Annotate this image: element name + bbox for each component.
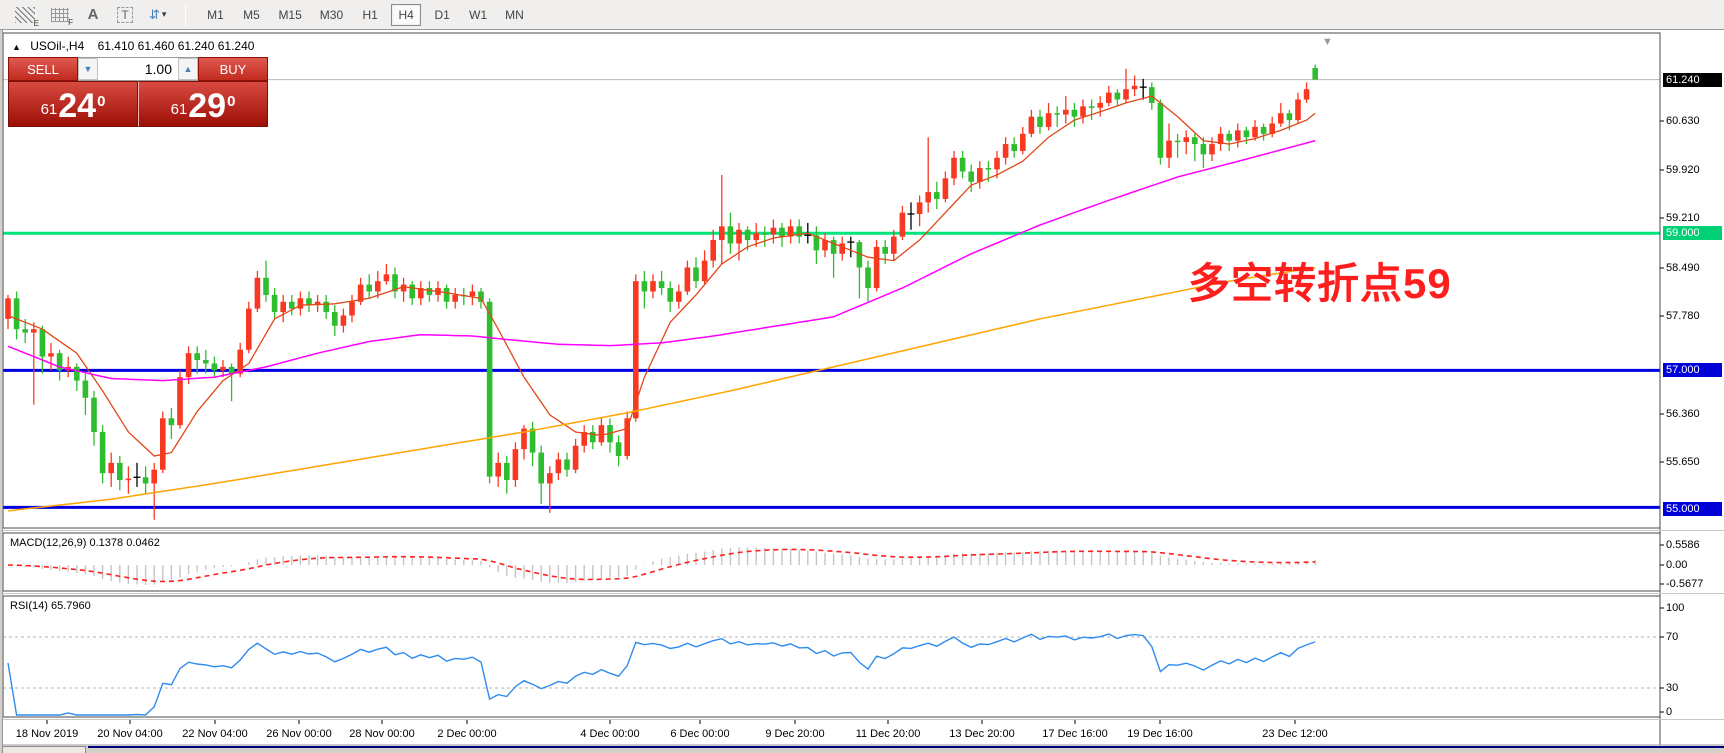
price-tick-label: 57.780 bbox=[1666, 310, 1722, 323]
bottom-panel-edge bbox=[88, 746, 1724, 748]
drawing-tools-group: E F A T ⇵ ▾ bbox=[0, 0, 181, 29]
macd-value-main: 0.1378 bbox=[89, 537, 123, 549]
timeframe-button-h1[interactable]: H1 bbox=[355, 4, 385, 26]
text-label-button[interactable]: A bbox=[80, 4, 106, 26]
timeframe-button-w1[interactable]: W1 bbox=[463, 4, 493, 26]
window-left-border bbox=[0, 30, 3, 753]
macd-axis-label: -0.5677 bbox=[1666, 578, 1722, 591]
rsi-axis-label: 0 bbox=[1666, 706, 1722, 719]
buy-button[interactable]: BUY bbox=[198, 57, 268, 81]
timeframe-button-m5[interactable]: M5 bbox=[236, 4, 266, 26]
buy-price-point: 0 bbox=[227, 82, 235, 122]
sell-price-quote[interactable]: 61 24 0 bbox=[8, 81, 138, 127]
rsi-axis-label: 30 bbox=[1666, 682, 1722, 695]
price-line-badge: 61.240 bbox=[1663, 73, 1722, 87]
hatch-icon: E bbox=[15, 7, 35, 23]
buy-price-pips: 29 bbox=[188, 89, 226, 123]
chart-title: ▲ USOil-,H4 61.410 61.460 61.240 61.240 bbox=[12, 39, 254, 53]
collapse-panel-icon[interactable]: ▲ bbox=[12, 42, 21, 52]
crosshair-expert-icon[interactable]: E bbox=[10, 4, 40, 26]
macd-axis-label: 0.5586 bbox=[1666, 539, 1722, 552]
sell-price-big-figure: 61 bbox=[41, 97, 58, 123]
time-axis-label: 13 Dec 20:00 bbox=[949, 728, 1014, 740]
text-box-button[interactable]: T bbox=[112, 4, 138, 26]
price-tick-label: 59.210 bbox=[1666, 212, 1722, 225]
time-axis-label: 28 Nov 00:00 bbox=[349, 728, 414, 740]
mt4-terminal-window: E F A T ⇵ ▾ M1 M5 M15 M30 H1 H4 D1 W1 MN ▲ USOil… bbox=[0, 0, 1724, 753]
price-line-badge: 57.000 bbox=[1663, 363, 1722, 377]
buy-price-big-figure: 61 bbox=[171, 97, 188, 123]
sell-price-pips: 24 bbox=[58, 89, 96, 123]
toolbar: E F A T ⇵ ▾ M1 M5 M15 M30 H1 H4 D1 W1 MN bbox=[0, 0, 1724, 30]
timeframe-button-m1[interactable]: M1 bbox=[200, 4, 230, 26]
bottom-tab-strip bbox=[0, 746, 1724, 753]
time-axis-label: 17 Dec 16:00 bbox=[1042, 728, 1107, 740]
time-axis-label: 22 Nov 04:00 bbox=[182, 728, 247, 740]
time-axis-label: 26 Nov 00:00 bbox=[266, 728, 331, 740]
price-tick-label: 58.490 bbox=[1666, 262, 1722, 275]
time-axis-label: 20 Nov 04:00 bbox=[97, 728, 162, 740]
sell-button[interactable]: SELL bbox=[8, 57, 78, 81]
time-axis-label: 11 Dec 20:00 bbox=[856, 728, 921, 740]
arrows-icon: ⇵ bbox=[149, 7, 160, 23]
rsi-axis-label: 70 bbox=[1666, 631, 1722, 644]
one-click-trading-panel: SELL ▼ ▲ BUY 61 24 0 61 29 0 bbox=[8, 57, 268, 127]
time-axis-label: 6 Dec 00:00 bbox=[670, 728, 729, 740]
time-axis-label: 4 Dec 00:00 bbox=[580, 728, 639, 740]
arrows-menu-button[interactable]: ⇵ ▾ bbox=[144, 4, 171, 26]
timeframe-button-d1[interactable]: D1 bbox=[427, 4, 457, 26]
time-axis-label: 2 Dec 00:00 bbox=[437, 728, 496, 740]
timeframe-group: M1 M5 M15 M30 H1 H4 D1 W1 MN bbox=[190, 0, 539, 29]
price-tick-label: 55.650 bbox=[1666, 456, 1722, 469]
time-axis-label: 18 Nov 2019 bbox=[16, 728, 78, 740]
sell-price-point: 0 bbox=[97, 82, 105, 122]
price-tick-label: 60.630 bbox=[1666, 115, 1722, 128]
macd-value-signal: 0.0462 bbox=[126, 537, 160, 549]
rsi-label: RSI(14) 65.7960 bbox=[10, 600, 91, 612]
timeframe-button-h4[interactable]: H4 bbox=[391, 4, 421, 26]
macd-axis-label: 0.00 bbox=[1666, 559, 1722, 572]
price-tick-label: 56.360 bbox=[1666, 408, 1722, 421]
fibonacci-grid-icon[interactable]: F bbox=[46, 4, 74, 26]
time-axis-label: 9 Dec 20:00 bbox=[765, 728, 824, 740]
timeframe-button-m30[interactable]: M30 bbox=[314, 4, 349, 26]
macd-label: MACD(12,26,9) 0.1378 0.0462 bbox=[10, 537, 160, 549]
rsi-value: 65.7960 bbox=[51, 600, 91, 612]
time-axis-label: 23 Dec 12:00 bbox=[1262, 728, 1327, 740]
volume-spinner: ▼ ▲ bbox=[78, 57, 198, 81]
text-a-icon: A bbox=[88, 6, 99, 23]
price-line-badge: 55.000 bbox=[1663, 502, 1722, 516]
price-line-badge: 59.000 bbox=[1663, 226, 1722, 240]
volume-up-button[interactable]: ▲ bbox=[178, 58, 198, 80]
time-axis-label: 19 Dec 16:00 bbox=[1127, 728, 1192, 740]
grid-icon: F bbox=[51, 8, 69, 22]
price-tick-label: 59.920 bbox=[1666, 164, 1722, 177]
rsi-axis-label: 100 bbox=[1666, 602, 1722, 615]
volume-down-button[interactable]: ▼ bbox=[78, 58, 98, 80]
chart-shift-marker-icon[interactable]: ▼ bbox=[1322, 36, 1333, 48]
ohlc-readout: 61.410 61.460 61.240 61.240 bbox=[98, 39, 255, 53]
chart-text-annotation[interactable]: 多空转折点59 bbox=[1188, 250, 1452, 311]
toolbar-separator bbox=[185, 4, 186, 26]
chevron-down-icon: ▾ bbox=[162, 9, 167, 20]
buy-price-quote[interactable]: 61 29 0 bbox=[138, 81, 268, 127]
symbol-period-label: USOil-,H4 bbox=[30, 39, 84, 53]
text-t-icon: T bbox=[117, 7, 132, 23]
bottom-left-tab[interactable] bbox=[2, 746, 86, 753]
volume-input[interactable] bbox=[98, 58, 178, 80]
timeframe-button-mn[interactable]: MN bbox=[499, 4, 530, 26]
timeframe-button-m15[interactable]: M15 bbox=[272, 4, 307, 26]
